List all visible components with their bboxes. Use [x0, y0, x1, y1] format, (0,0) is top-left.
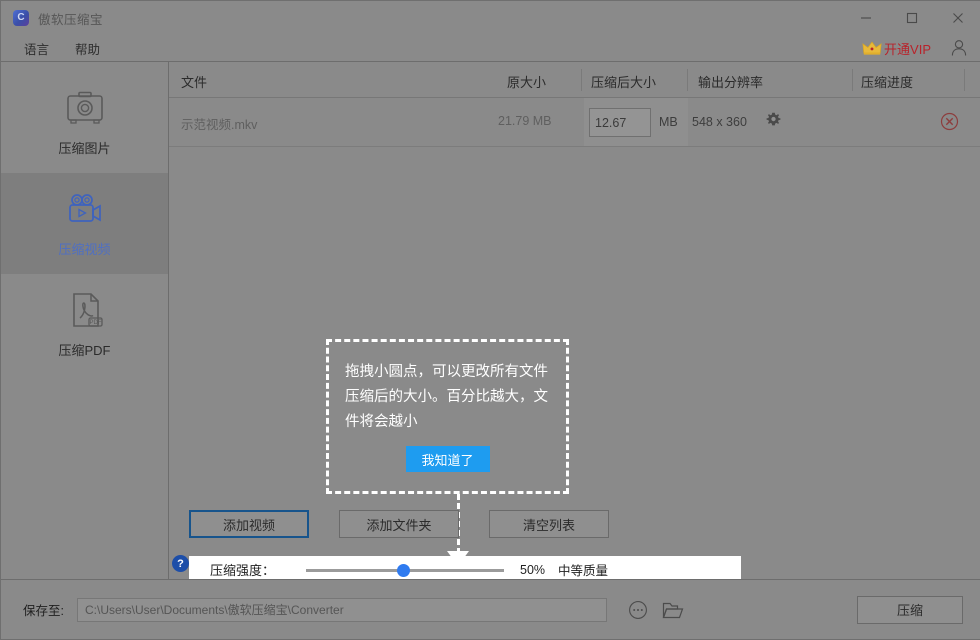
add-folder-button[interactable]: 添加文件夹: [339, 510, 459, 538]
clear-list-button[interactable]: 清空列表: [489, 510, 609, 538]
window-title: 傲软压缩宝: [38, 12, 104, 27]
title-bar: C 傲软压缩宝: [1, 1, 980, 35]
app-window: C 傲软压缩宝 语言 帮助 开通VIP 压缩图片 压缩视频 PDF 压缩PDF …: [0, 0, 980, 640]
sidebar-item-label: 压缩PDF: [58, 343, 111, 358]
compressed-size-input[interactable]: [589, 108, 651, 137]
video-camera-icon: [68, 194, 101, 222]
bottom-bar: 保存至: 压缩: [1, 579, 980, 639]
compression-percent-value: 50%: [520, 562, 546, 577]
column-header-original-size[interactable]: 原大小: [507, 72, 546, 91]
pdf-file-icon: PDF: [72, 293, 103, 327]
menu-bar: 语言 帮助 开通VIP: [1, 35, 980, 61]
add-video-button[interactable]: 添加视频: [189, 510, 309, 538]
coach-tooltip-text: 拖拽小圆点，可以更改所有文件压缩后的大小。百分比越大，文件将会越小: [345, 364, 548, 430]
sidebar-item-compress-pdf[interactable]: PDF 压缩PDF: [1, 274, 168, 375]
sidebar-item-compress-video[interactable]: 压缩视频: [1, 173, 168, 274]
compress-button[interactable]: 压缩: [857, 595, 963, 624]
gear-icon[interactable]: [766, 112, 781, 127]
file-table-header: 文件 原大小 压缩后大小 输出分辨率 压缩进度: [169, 62, 980, 98]
crown-icon: [862, 41, 882, 55]
compression-strength-label: 压缩强度：: [210, 563, 276, 578]
content-area: 压缩图片 压缩视频 PDF 压缩PDF 文件 原大小 压缩后大小 输出分辨率 压…: [1, 61, 980, 613]
minimize-icon[interactable]: [843, 1, 889, 35]
cell-file-name: 示范视频.mkv: [181, 118, 258, 132]
coach-tooltip: 拖拽小圆点，可以更改所有文件压缩后的大小。百分比越大，文件将会越小 我知道了: [326, 339, 569, 494]
sidebar-item-label: 压缩图片: [58, 141, 111, 156]
header-divider: [581, 69, 582, 91]
vip-label: 开通VIP: [884, 41, 931, 57]
vip-upgrade-area[interactable]: 开通VIP: [862, 38, 969, 58]
action-buttons: 添加视频 添加文件夹 清空列表: [189, 510, 609, 538]
camera-icon: [66, 91, 103, 124]
slider-handle[interactable]: [397, 563, 411, 577]
sidebar: 压缩图片 压缩视频 PDF 压缩PDF: [1, 61, 169, 579]
save-to-label: 保存至:: [23, 604, 64, 618]
save-path-input[interactable]: [76, 597, 607, 622]
sidebar-item-label: 压缩视频: [58, 242, 111, 257]
header-divider: [687, 69, 688, 91]
user-account-icon[interactable]: [949, 38, 969, 58]
app-logo-icon: C: [13, 10, 29, 26]
cell-output-resolution: 548 x 360: [692, 115, 747, 129]
svg-text:PDF: PDF: [89, 320, 101, 326]
compression-quality-label: 中等质量: [558, 564, 609, 578]
open-folder-icon[interactable]: [662, 600, 684, 620]
remove-circle-icon[interactable]: [940, 112, 959, 131]
column-header-compressed-size[interactable]: 压缩后大小: [591, 72, 656, 91]
cell-original-size: 21.79 MB: [498, 114, 552, 128]
menu-item-language[interactable]: 语言: [18, 39, 55, 58]
compression-strength-slider[interactable]: [306, 562, 505, 578]
main-panel: 文件 原大小 压缩后大小 输出分辨率 压缩进度 示范视频.mkv 21.79 M…: [169, 61, 980, 613]
menu-item-help[interactable]: 帮助: [69, 39, 106, 58]
window-controls: [843, 1, 980, 35]
coach-acknowledge-button[interactable]: 我知道了: [405, 446, 490, 472]
table-row[interactable]: 示范视频.mkv 21.79 MB MB 548 x 360: [169, 98, 980, 147]
column-header-progress[interactable]: 压缩进度: [861, 72, 913, 91]
header-divider: [964, 69, 965, 91]
column-header-output-resolution[interactable]: 输出分辨率: [698, 72, 763, 91]
file-table-body: 拖拽小圆点，可以更改所有文件压缩后的大小。百分比越大，文件将会越小 我知道了 添…: [169, 147, 980, 613]
header-divider: [852, 69, 853, 91]
compressed-size-unit: MB: [659, 115, 678, 129]
column-header-file[interactable]: 文件: [181, 72, 207, 91]
sidebar-item-compress-image[interactable]: 压缩图片: [1, 72, 168, 173]
more-options-icon[interactable]: [628, 600, 648, 620]
close-icon[interactable]: [935, 1, 980, 35]
help-circle-icon[interactable]: ?: [172, 555, 189, 572]
maximize-icon[interactable]: [889, 1, 935, 35]
